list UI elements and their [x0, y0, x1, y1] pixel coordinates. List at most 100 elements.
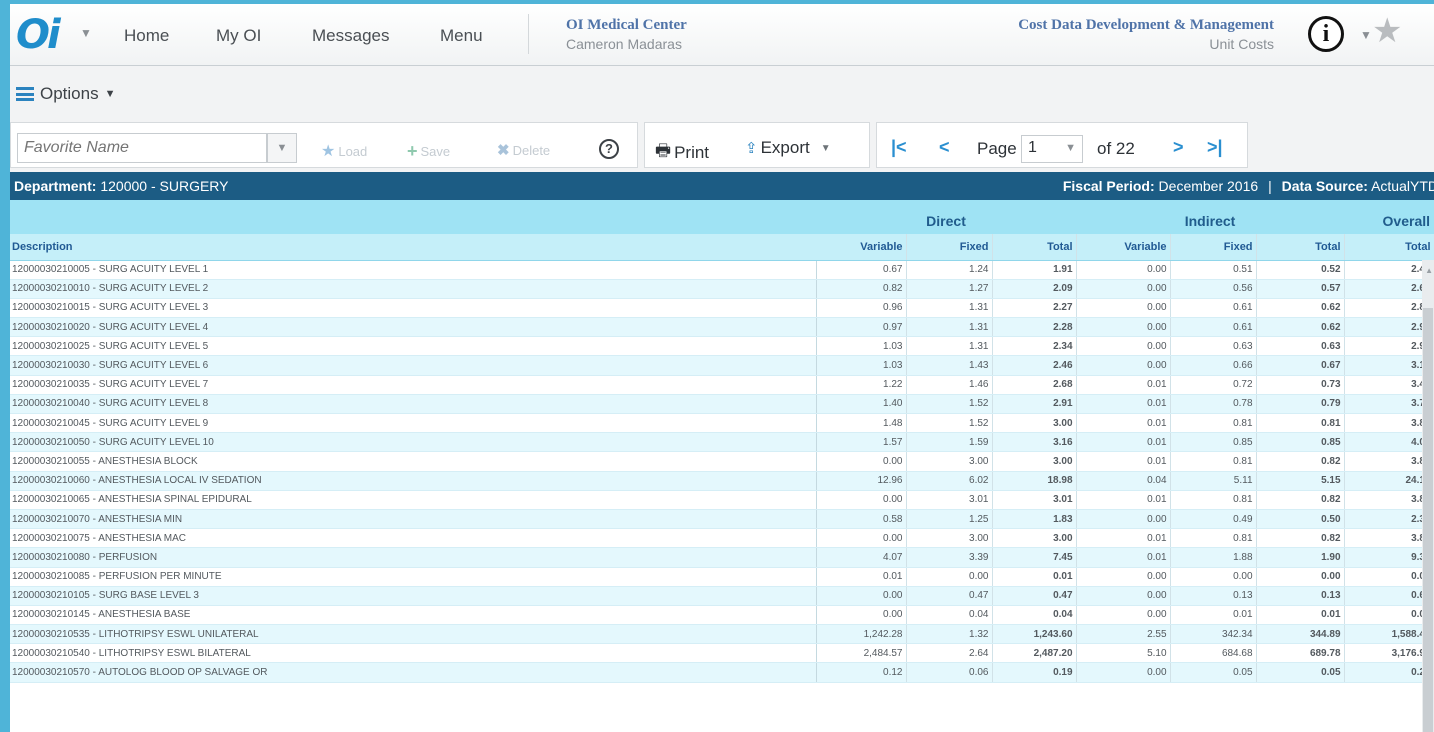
cell-indirect-fixed: 0.05	[1170, 662, 1257, 683]
close-icon: ✖	[497, 142, 510, 159]
top-nav-bar: Oi ▼ Home My OI Messages Menu OI Medical…	[10, 4, 1434, 66]
fiscal-period-label: Fiscal Period:	[1062, 178, 1155, 194]
chevron-down-icon[interactable]: ▼	[1360, 28, 1372, 42]
previous-page-icon[interactable]: <	[939, 137, 950, 158]
table-row[interactable]: 12000030210035 - SURG ACUITY LEVEL 7 1.22…	[10, 375, 1434, 395]
page-count: of 22	[1097, 139, 1135, 158]
save-button[interactable]: + Save	[407, 141, 450, 162]
col-indirect-fixed[interactable]: Fixed	[1170, 234, 1257, 261]
table-row[interactable]: 12000030210015 - SURG ACUITY LEVEL 3 0.96…	[10, 298, 1434, 319]
table-row[interactable]: 12000030210020 - SURG ACUITY LEVEL 4 0.97…	[10, 317, 1434, 338]
nav-menu-link[interactable]: Menu	[440, 26, 483, 46]
last-page-icon[interactable]: >|	[1207, 137, 1223, 158]
col-overall-total[interactable]: Total	[1344, 234, 1434, 261]
cell-overall-total: 4.01	[1344, 432, 1434, 453]
cell-indirect-fixed: 0.61	[1170, 298, 1257, 319]
cell-description: 12000030210020 - SURG ACUITY LEVEL 4	[10, 317, 816, 338]
options-menu-button[interactable]: Options ▼	[16, 84, 115, 104]
cell-indirect-total: 0.82	[1256, 528, 1345, 549]
cell-overall-total: 2.43	[1344, 260, 1434, 280]
cell-description: 12000030210080 - PERFUSION	[10, 547, 816, 568]
table-row[interactable]: 12000030210025 - SURG ACUITY LEVEL 5 1.03…	[10, 336, 1434, 357]
column-header-row: Description Variable Fixed Total Variabl…	[10, 234, 1434, 261]
nav-home-link[interactable]: Home	[124, 26, 169, 46]
table-row[interactable]: 12000030210005 - SURG ACUITY LEVEL 1 0.67…	[10, 260, 1434, 280]
table-row[interactable]: 12000030210055 - ANESTHESIA BLOCK 0.00 3.0…	[10, 451, 1434, 472]
cell-indirect-total: 0.73	[1256, 375, 1345, 395]
cell-indirect-total: 0.50	[1256, 509, 1345, 530]
table-row[interactable]: 12000030210570 - AUTOLOG BLOOD OP SALVAG…	[10, 662, 1434, 683]
organization-name[interactable]: OI Medical Center	[566, 17, 687, 34]
table-row[interactable]: 12000030210030 - SURG ACUITY LEVEL 6 1.03…	[10, 355, 1434, 376]
cell-overall-total: 0.24	[1344, 662, 1434, 683]
cell-overall-total: 1,588.49	[1344, 624, 1434, 645]
nav-my-oi-link[interactable]: My OI	[216, 26, 261, 46]
table-row[interactable]: 12000030210065 - ANESTHESIA SPINAL EPIDU…	[10, 490, 1434, 510]
cell-direct-total: 18.98	[992, 471, 1077, 491]
cell-direct-fixed: 2.64	[906, 643, 993, 664]
scroll-up-arrow-icon[interactable]: ▲	[1425, 266, 1433, 275]
department-info: Department: 120000 - SURGERY	[14, 178, 229, 194]
cell-direct-variable: 0.96	[815, 298, 907, 319]
table-row[interactable]: 12000030210535 - LITHOTRIPSY ESWL UNILAT…	[10, 624, 1434, 645]
cell-indirect-fixed: 0.61	[1170, 317, 1257, 338]
cell-direct-fixed: 3.01	[906, 490, 993, 510]
info-icon[interactable]: i	[1308, 16, 1344, 52]
star-favorite-icon[interactable]: ★	[1372, 14, 1402, 48]
table-row[interactable]: 12000030210075 - ANESTHESIA MAC 0.00 3.00 3…	[10, 528, 1434, 549]
col-direct-total[interactable]: Total	[992, 234, 1077, 261]
cell-indirect-variable: 0.00	[1076, 586, 1171, 606]
next-page-icon[interactable]: >	[1173, 137, 1184, 158]
table-row[interactable]: 12000030210010 - SURG ACUITY LEVEL 2 0.82…	[10, 279, 1434, 299]
table-row[interactable]: 12000030210085 - PERFUSION PER MINUTE 0.0…	[10, 567, 1434, 587]
cell-direct-variable: 1.03	[815, 355, 907, 376]
table-row[interactable]: 12000030210070 - ANESTHESIA MIN 0.58 1.25 1…	[10, 509, 1434, 530]
export-label: Export	[760, 138, 810, 157]
cell-indirect-total: 689.78	[1256, 643, 1345, 664]
cell-direct-variable: 0.00	[815, 490, 907, 510]
print-button[interactable]: 🖶 Print	[655, 138, 709, 167]
col-description[interactable]: Description	[10, 234, 816, 261]
col-direct-fixed[interactable]: Fixed	[906, 234, 993, 261]
module-title[interactable]: Cost Data Development & Management	[1018, 17, 1274, 34]
oi-logo[interactable]: Oi	[16, 12, 61, 58]
help-icon[interactable]: ?	[599, 139, 619, 159]
cell-direct-fixed: 3.00	[906, 451, 993, 472]
cell-indirect-fixed: 0.66	[1170, 355, 1257, 376]
cell-direct-total: 1,243.60	[992, 624, 1077, 645]
cell-overall-total: 3.41	[1344, 375, 1434, 395]
table-row[interactable]: 12000030210540 - LITHOTRIPSY ESWL BILATE…	[10, 643, 1434, 664]
table-row[interactable]: 12000030210045 - SURG ACUITY LEVEL 9 1.48…	[10, 413, 1434, 434]
first-page-icon[interactable]: |<	[891, 137, 907, 158]
cell-description: 12000030210065 - ANESTHESIA SPINAL EPIDU…	[10, 490, 816, 510]
cell-indirect-total: 0.85	[1256, 432, 1345, 453]
table-row[interactable]: 12000030210040 - SURG ACUITY LEVEL 8 1.40…	[10, 394, 1434, 415]
cell-indirect-variable: 0.00	[1076, 567, 1171, 587]
col-indirect-total[interactable]: Total	[1256, 234, 1345, 261]
col-direct-variable[interactable]: Variable	[816, 234, 907, 261]
cell-direct-variable: 0.97	[815, 317, 907, 338]
col-indirect-variable[interactable]: Variable	[1076, 234, 1171, 261]
cell-direct-total: 2.91	[992, 394, 1077, 415]
cell-overall-total: 2.33	[1344, 509, 1434, 530]
cell-direct-variable: 1.57	[815, 432, 907, 453]
cell-direct-fixed: 0.04	[906, 605, 993, 626]
toolbar: ▼ ★ Load + Save ✖ Delete ? 🖶 Print ⇪ Ex	[10, 118, 1434, 172]
table-row[interactable]: 12000030210105 - SURG BASE LEVEL 3 0.00 0.…	[10, 586, 1434, 606]
nav-messages-link[interactable]: Messages	[312, 26, 389, 46]
favorite-name-input[interactable]	[17, 133, 267, 163]
cell-direct-fixed: 6.02	[906, 471, 993, 491]
scrollbar-thumb[interactable]	[1423, 308, 1433, 732]
delete-button[interactable]: ✖ Delete	[497, 141, 550, 159]
table-row[interactable]: 12000030210080 - PERFUSION 4.07 3.39 7.45 0.…	[10, 547, 1434, 568]
table-row[interactable]: 12000030210060 - ANESTHESIA LOCAL IV SED…	[10, 471, 1434, 491]
export-button[interactable]: ⇪ Export ▼	[745, 138, 831, 158]
chevron-down-icon[interactable]: ▼	[80, 26, 92, 40]
load-button[interactable]: ★ Load	[321, 141, 367, 161]
table-row[interactable]: 12000030210050 - SURG ACUITY LEVEL 10 1.5…	[10, 432, 1434, 453]
favorite-dropdown-button[interactable]: ▼	[267, 133, 297, 163]
cell-direct-fixed: 1.25	[906, 509, 993, 530]
cell-description: 12000030210085 - PERFUSION PER MINUTE	[10, 567, 816, 587]
table-row[interactable]: 12000030210145 - ANESTHESIA BASE 0.00 0.04…	[10, 605, 1434, 626]
page-number-select[interactable]: 1 ▼	[1021, 135, 1083, 163]
